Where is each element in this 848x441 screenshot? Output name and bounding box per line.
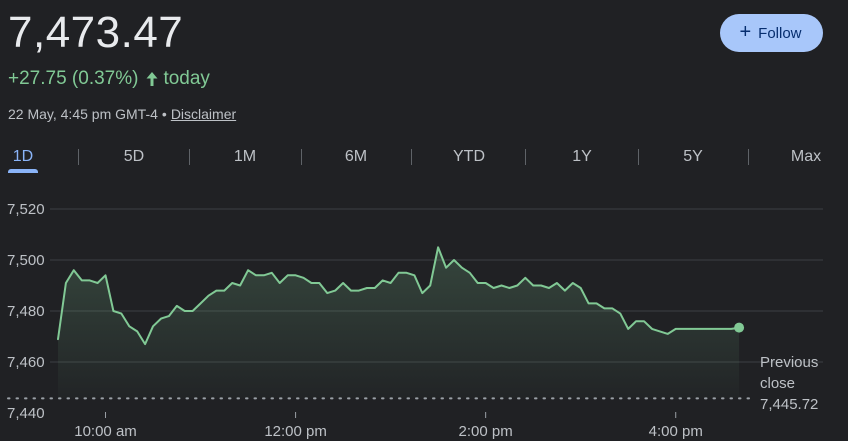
plus-icon: +	[739, 21, 752, 43]
previous-close: Previous close 7,445.72	[760, 352, 818, 415]
disclaimer-link[interactable]: Disclaimer	[171, 106, 236, 122]
x-tick-label: 4:00 pm	[649, 423, 703, 440]
previous-close-label-line2: close	[760, 375, 796, 392]
change-value: +27.75 (0.37%)	[8, 68, 139, 89]
timestamp: 22 May, 4:45 pm GMT-4	[8, 106, 158, 122]
y-tick-label: 7,460	[7, 354, 45, 371]
y-tick-label: 7,500	[7, 252, 45, 269]
meta-separator: •	[161, 106, 167, 122]
quote-meta: 22 May, 4:45 pm GMT-4 • Disclaimer	[8, 105, 236, 123]
y-tick-label: 7,440	[7, 405, 45, 422]
tab-divider	[638, 149, 639, 165]
previous-close-value: 7,445.72	[760, 396, 819, 413]
tab-divider	[78, 149, 79, 165]
tab-1m[interactable]: 1M	[234, 147, 256, 167]
range-tabs: 1D 5D 1M 6M YTD 1Y 5Y Max	[0, 141, 848, 175]
x-tick-label: 10:00 am	[74, 423, 137, 440]
tab-6m[interactable]: 6M	[345, 147, 367, 167]
tab-max[interactable]: Max	[791, 147, 821, 167]
previous-close-label-line1: Previous	[760, 354, 819, 371]
tab-divider	[189, 149, 190, 165]
active-tab-indicator	[8, 169, 38, 173]
tab-divider	[748, 149, 749, 165]
change-period: today	[163, 68, 210, 89]
price-change: +27.75 (0.37%) today	[8, 67, 210, 91]
current-price-marker	[734, 322, 745, 333]
tab-divider	[411, 149, 412, 165]
price-chart[interactable]: 7,520 7,500 7,480 7,460 7,440 10:00 am 12:00 p…	[0, 180, 848, 441]
tab-1y[interactable]: 1Y	[572, 147, 592, 167]
y-tick-label: 7,520	[7, 201, 45, 218]
tab-divider	[525, 149, 526, 165]
x-tick-label: 12:00 pm	[264, 423, 327, 440]
arrow-up-icon	[145, 70, 159, 88]
x-tick-label: 2:00 pm	[459, 423, 513, 440]
tab-5y[interactable]: 5Y	[683, 147, 703, 167]
tab-divider	[301, 149, 302, 165]
price-area	[58, 247, 740, 399]
current-price: 7,473.47	[8, 8, 184, 57]
y-tick-label: 7,480	[7, 303, 45, 320]
tab-1d[interactable]: 1D	[13, 147, 33, 167]
tab-ytd[interactable]: YTD	[453, 147, 485, 167]
follow-button[interactable]: + Follow	[720, 14, 823, 52]
follow-label: Follow	[758, 24, 802, 42]
tab-5d[interactable]: 5D	[124, 147, 144, 167]
